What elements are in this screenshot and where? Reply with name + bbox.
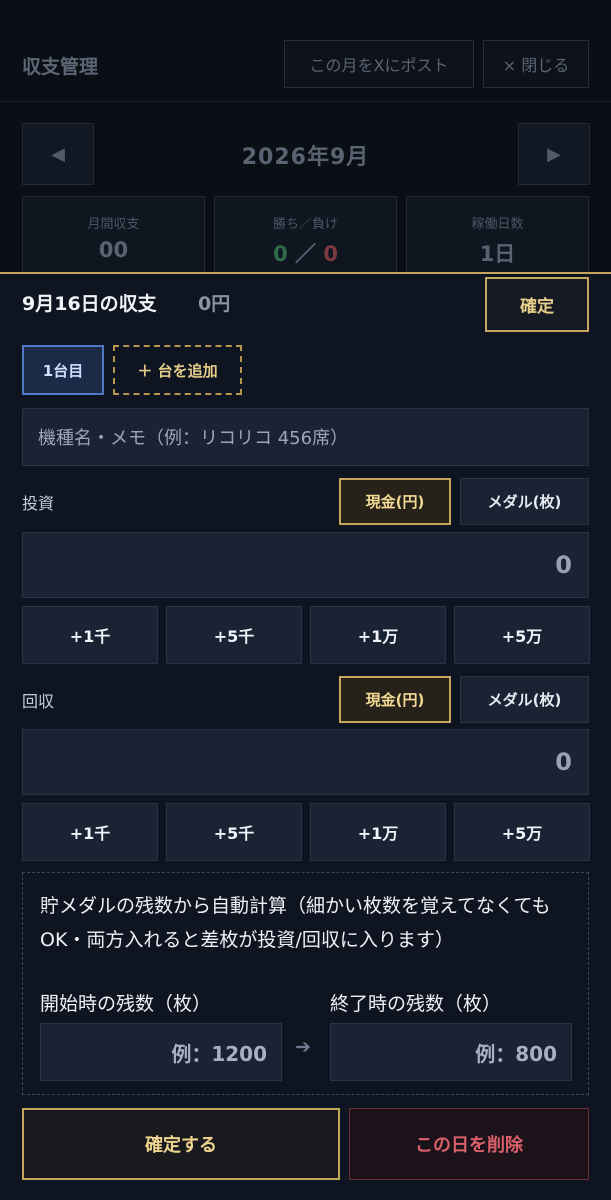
stat-working-days: 稼働日数 1日: [406, 196, 589, 276]
investment-input[interactable]: 0: [22, 532, 589, 598]
win-count: 0: [273, 242, 288, 266]
investment-unit-medal-button[interactable]: メダル(枚): [460, 478, 589, 525]
auto-calc-description: 貯メダルの残数から自動計算（細かい枚数を覚えてなくてもOK・両方入れると差枚が投…: [40, 895, 551, 951]
medal-auto-calc-panel: 貯メダルの残数から自動計算（細かい枚数を覚えてなくてもOK・両方入れると差枚が投…: [22, 872, 589, 1095]
start-count-input[interactable]: 例：1200: [40, 1023, 282, 1081]
return-input[interactable]: 0: [22, 729, 589, 795]
win-lose-separator: ／: [295, 242, 316, 266]
day-amount: 0円: [198, 293, 231, 315]
investment-label: 投資: [22, 494, 55, 513]
sheet-title: 9月16日の収支: [22, 293, 157, 315]
confirm-button[interactable]: 確定: [485, 277, 589, 332]
return-add-1k-button[interactable]: +1千: [22, 803, 158, 861]
stat-label: 勝ち／負け: [272, 217, 338, 232]
return-add-10k-button[interactable]: +1万: [310, 803, 446, 861]
app-title: 収支管理: [22, 56, 99, 78]
tab-machine-1[interactable]: 1台目: [22, 345, 104, 395]
return-unit-yen-button[interactable]: 現金(円): [339, 676, 451, 723]
arrow-right-icon: ➔: [295, 1036, 311, 1058]
return-label: 回収: [22, 692, 55, 711]
end-count-input[interactable]: 例：800: [330, 1023, 572, 1081]
stat-label: 月間収支: [87, 217, 140, 232]
investment-unit-yen-button[interactable]: 現金(円): [339, 478, 451, 525]
memo-input[interactable]: 機種名・メモ（例：リコリコ 456席）: [22, 408, 589, 466]
start-count-label: 開始時の残数（枚）: [40, 993, 212, 1015]
app-header: 収支管理 この月をXにポスト × 閉じる: [0, 0, 611, 102]
return-add-5k-button[interactable]: +5千: [166, 803, 302, 861]
stat-win-lose: 勝ち／負け 0 ／ 0: [214, 196, 397, 276]
stat-value: 00: [98, 238, 129, 262]
stat-label: 稼働日数: [471, 217, 524, 232]
investment-add-1k-button[interactable]: +1千: [22, 606, 158, 664]
close-button[interactable]: × 閉じる: [483, 40, 589, 88]
next-month-button[interactable]: ▶: [518, 123, 590, 185]
post-month-button[interactable]: この月をXにポスト: [284, 40, 474, 88]
return-unit-medal-button[interactable]: メダル(枚): [460, 676, 589, 723]
investment-add-10k-button[interactable]: +1万: [310, 606, 446, 664]
return-add-50k-button[interactable]: +5万: [454, 803, 590, 861]
end-count-label: 終了時の残数（枚）: [330, 993, 502, 1015]
add-machine-button[interactable]: ＋ 台を追加: [113, 345, 242, 395]
lose-count: 0: [323, 242, 338, 266]
triangle-right-icon: ▶: [547, 143, 561, 165]
delete-day-button[interactable]: この日を削除: [349, 1108, 589, 1180]
stat-monthly-balance: 月間収支 00: [22, 196, 205, 276]
background-page: 収支管理 この月をXにポスト × 閉じる ◀ 2026年9月 ▶ 月間収支 00…: [0, 0, 611, 276]
day-entry-sheet: 9月16日の収支 0円 確定 1台目 ＋ 台を追加 機種名・メモ（例：リコリコ …: [0, 272, 611, 1200]
investment-add-50k-button[interactable]: +5万: [454, 606, 590, 664]
investment-add-5k-button[interactable]: +5千: [166, 606, 302, 664]
stat-value: 0 ／ 0: [215, 238, 396, 268]
stat-value: 1日: [479, 242, 516, 266]
save-button[interactable]: 確定する: [22, 1108, 340, 1180]
